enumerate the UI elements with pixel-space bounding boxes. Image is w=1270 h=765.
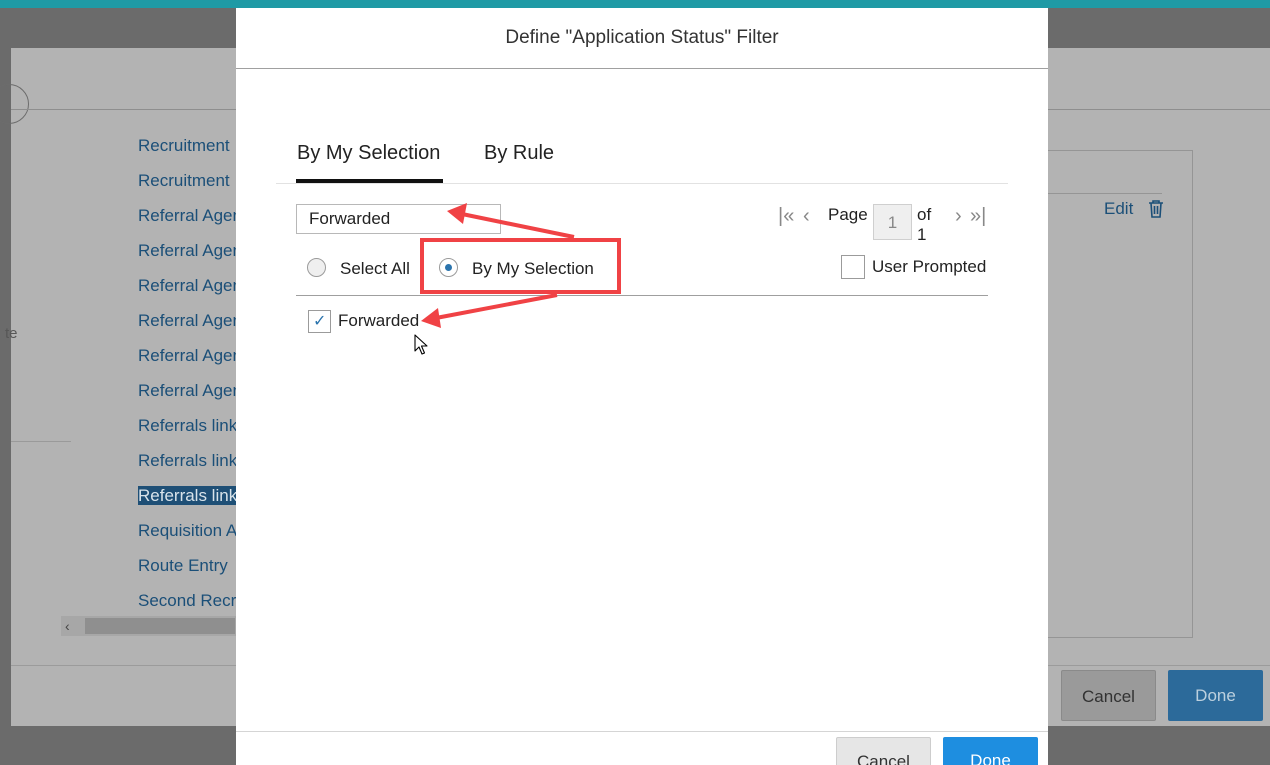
list-item[interactable]: Recruitment <box>138 171 242 206</box>
list-item[interactable]: Referral Agen <box>138 381 242 416</box>
user-prompted-label[interactable]: User Prompted <box>872 257 986 277</box>
list-item[interactable]: Requisition A <box>138 521 242 556</box>
last-page-icon[interactable]: »| <box>970 205 986 227</box>
mouse-pointer-icon <box>414 334 428 355</box>
cancel-button[interactable]: Cancel <box>836 737 931 765</box>
list-item[interactable]: Referral Agen <box>138 346 242 381</box>
list-item[interactable]: Referral Agen <box>138 276 242 311</box>
select-all-label[interactable]: Select All <box>340 259 410 279</box>
background-report-list: Recruitment Recruitment Referral Agen Re… <box>138 136 242 626</box>
tab-by-rule[interactable]: By Rule <box>484 142 554 165</box>
list-item[interactable]: Route Entry <box>138 556 242 591</box>
tab-by-my-selection[interactable]: By My Selection <box>297 142 440 165</box>
list-item[interactable]: Recruitment <box>138 136 242 171</box>
next-page-icon[interactable]: › <box>955 205 962 227</box>
filter-dialog: Define "Application Status" Filter By My… <box>236 8 1048 765</box>
scroll-left-icon[interactable]: ‹ <box>65 616 70 636</box>
dialog-footer-divider <box>236 731 1048 732</box>
tabs-divider <box>276 183 1008 184</box>
background-detail-panel: Edit <box>1047 150 1193 638</box>
page-count-label: of 1 <box>917 205 932 244</box>
list-item[interactable]: Referrals link <box>138 416 242 451</box>
values-list-divider <box>296 295 988 296</box>
list-item[interactable]: Referral Agen <box>138 206 242 241</box>
scrollbar-thumb[interactable] <box>85 618 235 634</box>
value-checkbox[interactable]: ✓ <box>308 310 331 333</box>
by-my-selection-radio[interactable] <box>439 258 458 277</box>
background-circle-icon <box>0 84 29 124</box>
background-done-button[interactable]: Done <box>1168 670 1263 721</box>
list-item[interactable]: Referral Agen <box>138 241 242 276</box>
panel-divider <box>1048 193 1162 194</box>
search-input[interactable] <box>296 204 501 234</box>
list-item[interactable]: Referrals link <box>138 451 242 486</box>
first-page-icon[interactable]: |« <box>778 205 794 227</box>
background-side-divider <box>11 441 71 442</box>
background-side-text: te <box>5 325 18 342</box>
checkmark-icon: ✓ <box>313 313 327 330</box>
user-prompted-checkbox[interactable] <box>841 255 865 279</box>
select-all-radio[interactable] <box>307 258 326 277</box>
list-item[interactable]: Referral Agen <box>138 311 242 346</box>
trash-icon[interactable] <box>1146 199 1166 219</box>
by-my-selection-label[interactable]: By My Selection <box>472 259 594 279</box>
dialog-title-divider <box>236 68 1048 69</box>
previous-page-icon[interactable]: ‹ <box>803 205 810 227</box>
done-button[interactable]: Done <box>943 737 1038 765</box>
horizontal-scrollbar[interactable]: ‹ <box>61 616 241 636</box>
background-cancel-button[interactable]: Cancel <box>1061 670 1156 721</box>
value-label[interactable]: Forwarded <box>338 311 419 331</box>
page-number-input[interactable]: 1 <box>873 204 912 240</box>
page-label: Page <box>828 205 868 224</box>
dialog-title: Define "Application Status" Filter <box>505 27 779 48</box>
top-accent-strip <box>0 0 1270 8</box>
radio-selected-dot <box>445 264 452 271</box>
list-item-selected[interactable]: Referrals link <box>138 486 242 521</box>
edit-link[interactable]: Edit <box>1104 199 1133 219</box>
